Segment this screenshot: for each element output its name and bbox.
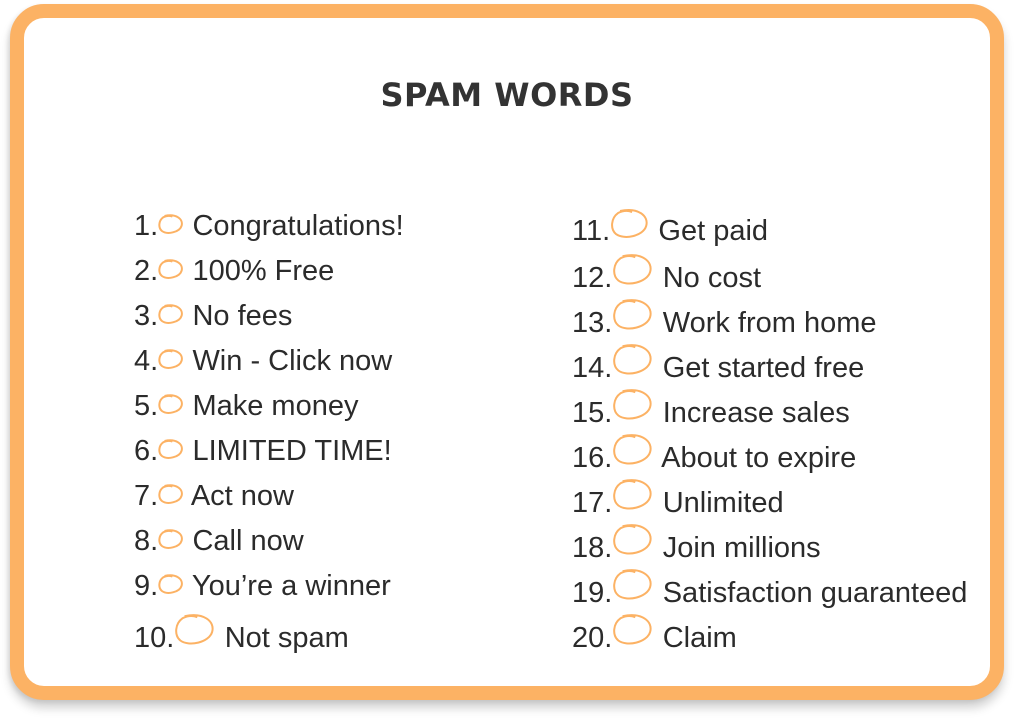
list-item: 7. Act now [134,478,404,523]
item-number: 18. [572,531,613,564]
item-number: 6. [134,435,159,467]
list-item: 2. 100% Free [134,253,404,298]
item-text: LIMITED TIME! [192,435,392,467]
spam-words-card: SPAM WORDS 1. Congratulations! 2. 100% Fr… [10,4,1004,700]
list-item: 8. Call now [134,523,404,568]
item-number: 5. [134,390,159,422]
list-item: 11. Get paid [572,208,967,253]
circle-highlight-icon [612,568,654,602]
list-item: 17. Unlimited [572,478,967,523]
list-item: 4. Win - Click now [134,343,404,388]
circle-highlight-icon [612,253,654,287]
circle-highlight-icon [612,523,654,557]
item-text: Congratulations! [192,210,404,242]
item-text: Win - Click now [192,345,393,377]
circle-highlight-icon [158,439,184,460]
circle-highlight-icon [158,484,184,505]
circle-highlight-icon [158,214,184,235]
item-number: 11. [572,215,611,248]
item-text: You’re a winner [191,570,391,602]
item-number: 13. [572,306,613,339]
list-item: 10. Not spam [134,613,404,658]
circle-highlight-icon [612,388,654,422]
item-number: 2. [134,255,159,287]
item-number: 15. [572,396,613,429]
item-text: Join millions [662,531,821,564]
item-number: 10. [134,621,175,654]
item-number: 20. [572,621,613,654]
list-item: 18. Join millions [572,523,967,568]
list-item: 14. Get started free [572,343,967,388]
item-text: Increase sales [662,396,850,429]
circle-highlight-icon [158,304,184,325]
item-number: 17. [572,486,613,519]
circle-highlight-icon [158,529,184,550]
item-text: Unlimited [662,486,784,519]
circle-highlight-icon [174,613,216,647]
circle-highlight-icon [612,298,654,332]
item-number: 14. [572,351,613,384]
item-text: Make money [192,390,359,422]
list-item: 6. LIMITED TIME! [134,433,404,478]
item-number: 1. [134,210,159,242]
circle-highlight-icon [158,574,184,595]
item-text: No fees [192,300,293,332]
item-number: 12. [572,261,613,294]
left-word-list: 1. Congratulations! 2. 100% Free 3. No fee… [134,208,404,658]
circle-highlight-icon [612,343,654,377]
list-item: 12. No cost [572,253,967,298]
item-number: 7. [134,480,159,512]
item-text: 100% Free [192,255,335,287]
circle-highlight-icon [612,433,654,467]
item-number: 16. [572,441,613,474]
list-item: 9. You’re a winner [134,568,404,613]
item-text: Act now [190,480,295,512]
list-item: 19. Satisfaction guaranteed [572,568,967,613]
item-number: 4. [134,345,159,377]
item-number: 8. [134,525,159,557]
list-item: 5. Make money [134,388,404,433]
item-text: About to expire [661,441,857,474]
item-text: Work from home [662,306,877,339]
circle-highlight-icon [158,259,184,280]
list-item: 1. Congratulations! [134,208,404,253]
circle-highlight-icon [612,478,654,512]
item-text: Claim [662,621,737,654]
list-item: 13. Work from home [572,298,967,343]
list-item: 15. Increase sales [572,388,967,433]
item-number: 9. [134,570,159,602]
item-text: No cost [662,261,762,294]
list-item: 16. About to expire [572,433,967,478]
right-word-list: 11. Get paid 12. No cost 13. Work from hom… [572,208,967,658]
item-text: Satisfaction guaranteed [662,576,968,609]
circle-highlight-icon [610,208,650,240]
item-text: Get started free [662,351,865,384]
circle-highlight-icon [612,613,654,647]
item-text: Get paid [658,215,769,248]
list-item: 20. Claim [572,613,967,658]
list-item: 3. No fees [134,298,404,343]
item-text: Call now [192,525,304,557]
item-number: 3. [134,300,159,332]
item-text: Not spam [224,621,349,654]
item-number: 19. [572,576,613,609]
circle-highlight-icon [158,349,184,370]
page-title: SPAM WORDS [380,76,634,114]
circle-highlight-icon [158,394,184,415]
